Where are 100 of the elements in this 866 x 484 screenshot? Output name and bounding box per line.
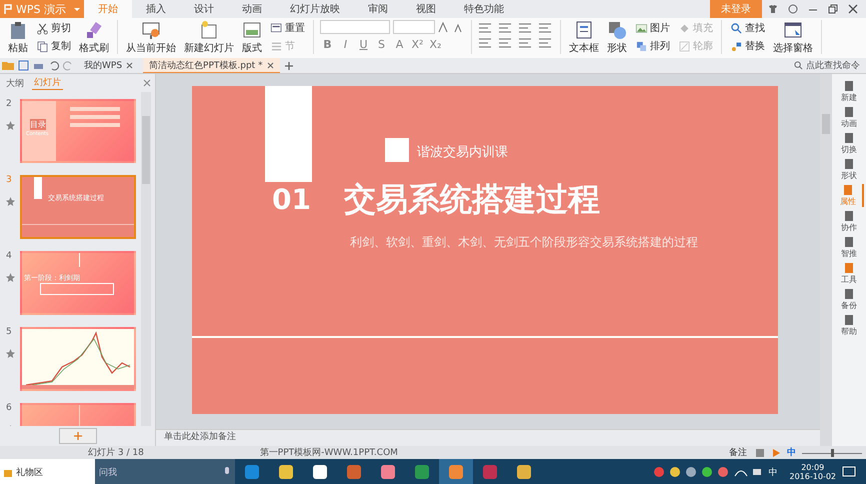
paragraph-align-icon[interactable]	[498, 37, 512, 49]
slide-number: 4	[6, 251, 13, 261]
star-icon	[6, 349, 15, 358]
square-mark	[385, 138, 409, 162]
notification-icon[interactable]	[842, 466, 856, 478]
close-icon[interactable]	[266, 62, 274, 68]
skin-icon[interactable]	[768, 4, 778, 14]
paragraph-align-icon[interactable]	[478, 37, 492, 49]
search-icon	[730, 22, 743, 34]
side-tool-button[interactable]: 形状	[834, 158, 864, 181]
plus-icon	[72, 431, 82, 441]
ribbon-tab[interactable]: 设计	[180, 0, 228, 18]
close-icon[interactable]	[848, 4, 858, 14]
tray-icons-drawing[interactable]	[652, 466, 762, 478]
ribbon-button[interactable]: 文本框	[567, 20, 601, 55]
tool-icon	[843, 132, 855, 144]
star-icon	[6, 121, 15, 130]
zoom-slider[interactable]	[802, 448, 862, 458]
notes-field[interactable]: 单击此处添加备注	[156, 429, 820, 446]
side-tool-button[interactable]: 备份	[834, 288, 864, 311]
document-tab[interactable]: 我的WPS	[78, 58, 140, 73]
scrollbar[interactable]	[141, 92, 151, 426]
thumbnail-text: 目录	[30, 119, 46, 130]
scrollbar[interactable]	[820, 74, 832, 446]
ribbon-button[interactable]: 版式	[240, 20, 264, 55]
ribbon-button[interactable]: 重置	[268, 20, 307, 36]
ribbon-tab[interactable]: 审阅	[354, 0, 402, 18]
outline-icon	[678, 40, 691, 52]
slide-tag: 谐波交易内训课	[417, 143, 508, 161]
ribbon-button[interactable]: 形状	[605, 20, 629, 55]
slide-counter: 幻灯片 3 / 18	[88, 446, 144, 459]
paragraph-align-icon[interactable]	[538, 22, 552, 34]
paragraph-align-icon[interactable]	[518, 37, 532, 49]
app-icon	[278, 464, 294, 480]
brush-icon	[84, 20, 104, 40]
slide-title: 交易系统搭建过程	[344, 179, 600, 220]
ribbon-button[interactable]: 图片	[633, 20, 672, 36]
side-tool-button[interactable]: 切换	[834, 132, 864, 155]
ribbon-button[interactable]: 选择窗格	[771, 20, 815, 55]
ribbon-tab[interactable]: 视图	[402, 0, 450, 18]
ribbon-button[interactable]: 查找	[728, 20, 767, 36]
ribbon-button[interactable]: 粘贴	[6, 20, 30, 55]
tool-icon	[843, 210, 855, 222]
arrange-icon	[635, 40, 648, 52]
undo-icon[interactable]	[48, 60, 59, 71]
scissors-icon	[36, 22, 49, 34]
section-number: 01	[272, 184, 311, 216]
slide-number: 3	[6, 175, 13, 185]
taskbar-search-field[interactable]: 问我	[95, 459, 235, 484]
ribbon-button[interactable]: 剪切	[34, 20, 73, 36]
input-method-status[interactable]: 中	[787, 446, 796, 459]
slide-number: 6	[6, 403, 13, 413]
add-slide-button[interactable]	[58, 428, 96, 444]
add-tab-icon[interactable]	[284, 60, 294, 70]
paragraph-align-icon[interactable]	[498, 22, 512, 34]
paragraph-align-icon[interactable]	[478, 22, 492, 34]
panel-tab[interactable]: 大纲	[4, 76, 26, 90]
side-tool-button[interactable]: 新建	[834, 80, 864, 103]
ribbon-button[interactable]: 排列	[633, 38, 672, 54]
gift-icon	[3, 467, 13, 477]
notes-button[interactable]: 备注	[727, 446, 749, 458]
ribbon-button[interactable]: 从当前开始	[124, 20, 178, 55]
star-icon	[6, 197, 15, 206]
tool-icon	[843, 288, 855, 300]
language-indicator[interactable]: 中	[768, 466, 778, 478]
side-tool-button[interactable]: 智推	[834, 236, 864, 259]
side-tool-button[interactable]: 协作	[834, 210, 864, 233]
ribbon-tab[interactable]: 动画	[228, 0, 276, 18]
tool-icon	[843, 314, 855, 326]
ribbon-button[interactable]: 新建幻灯片	[182, 20, 236, 55]
document-tab[interactable]: 简洁动态红色PPT模板.ppt *	[143, 58, 280, 73]
close-icon[interactable]	[143, 79, 151, 87]
app-icon	[380, 464, 396, 480]
close-icon[interactable]	[126, 62, 134, 69]
paragraph-align-icon[interactable]	[538, 37, 552, 49]
font-size-field[interactable]	[393, 20, 435, 34]
ribbon-button[interactable]: 替换	[728, 38, 767, 54]
restore-icon[interactable]	[828, 4, 838, 14]
app-icon	[244, 464, 260, 480]
gift-popup[interactable]: 礼物区	[0, 459, 95, 484]
save-icon[interactable]	[18, 60, 29, 71]
side-tool-button[interactable]: 帮助	[834, 314, 864, 337]
command-search-field[interactable]: 点此查找命令	[806, 59, 860, 72]
ribbon-tab[interactable]: 幻灯片放映	[276, 0, 354, 18]
font-name-field[interactable]	[320, 20, 390, 34]
ribbon-button[interactable]: 复制	[34, 38, 73, 54]
slide-subtitle: 利剑、软剑、重剑、木剑、无剑五个阶段形容交易系统搭建的过程	[350, 234, 698, 251]
clock[interactable]: 20:09 2016-10-02	[784, 463, 842, 481]
gift-label: 礼物区	[16, 466, 43, 478]
app-icon	[516, 464, 532, 480]
dropdown-icon[interactable]	[70, 0, 84, 18]
slider-thumb[interactable]	[830, 448, 834, 456]
reset-icon	[270, 22, 283, 34]
paragraph-align-icon[interactable]	[518, 22, 532, 34]
side-tool-button[interactable]: 动画	[834, 106, 864, 129]
grow-font-icon[interactable]	[438, 21, 450, 33]
ribbon-button[interactable]: 格式刷	[77, 20, 111, 55]
ribbon-tab[interactable]: 特色功能	[450, 0, 518, 18]
side-tool-button[interactable]: 工具	[834, 262, 864, 285]
ribbon-tab[interactable]: 插入	[132, 0, 180, 18]
